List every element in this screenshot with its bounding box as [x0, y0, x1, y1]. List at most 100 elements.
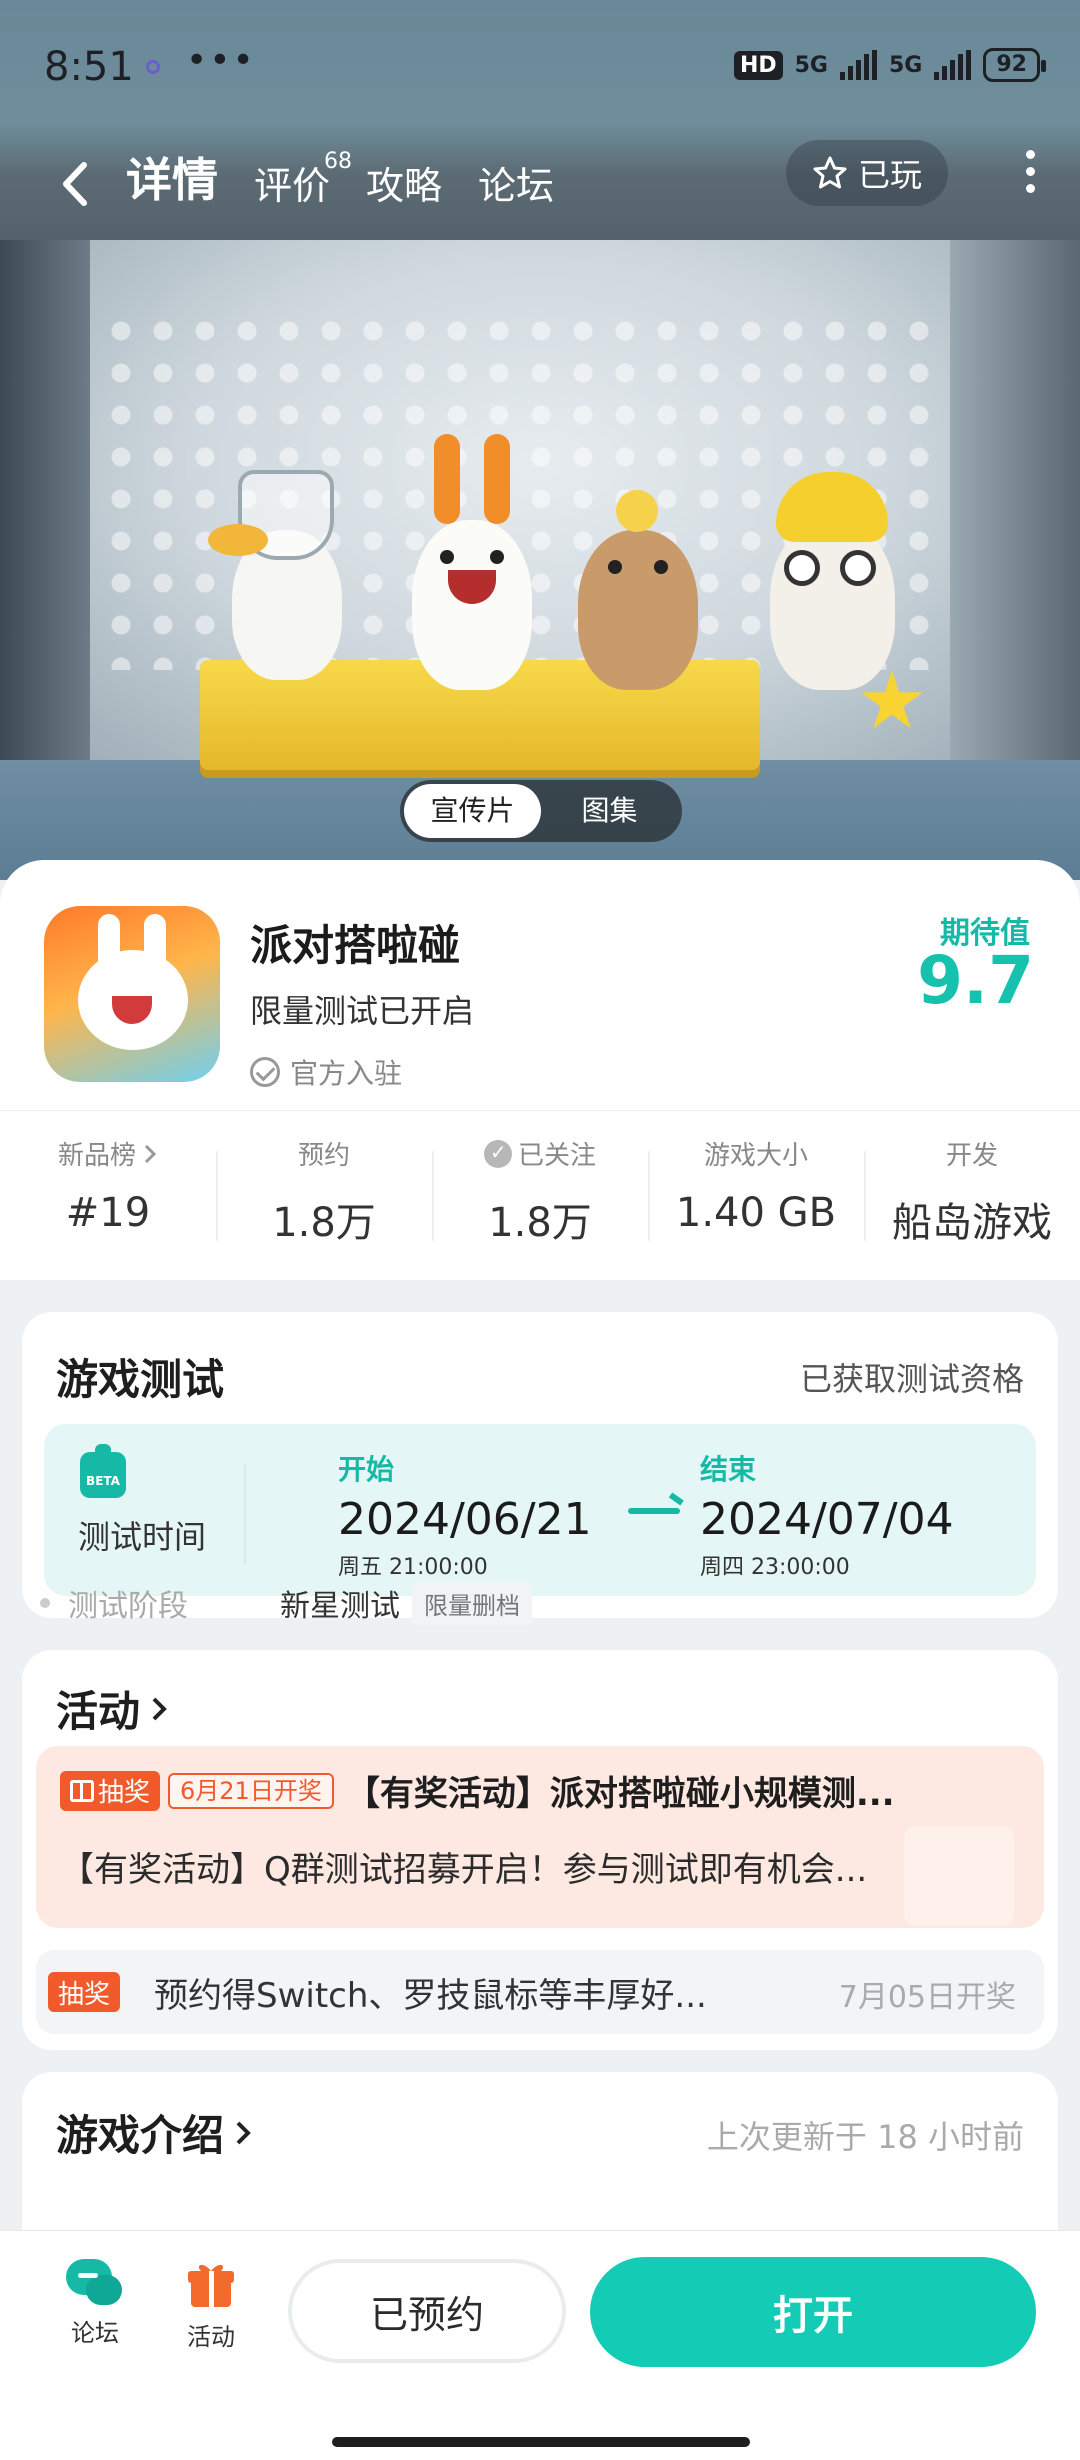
official-label: 官方入驻	[290, 1057, 403, 1090]
forum-label: 论坛	[71, 2319, 119, 2347]
start-label: 开始	[338, 1453, 395, 1486]
forum-shortcut[interactable]: 论坛	[40, 2259, 150, 2348]
activity-item-2[interactable]: 抽奖 预约得Switch、罗技鼠标等丰厚好... 7月05日开奖	[36, 1950, 1044, 2034]
stage-value: 新星测试	[280, 1589, 400, 1624]
activity-label: 活动	[187, 2323, 235, 2351]
expectation-score: 9.7	[917, 942, 1034, 1019]
chevron-right-icon	[236, 2121, 251, 2144]
stat-developer[interactable]: 开发 船岛游戏	[864, 1111, 1080, 1280]
stage-label: 测试阶段	[68, 1589, 188, 1624]
heart-check-icon	[483, 1139, 512, 1168]
stage-tag: 限量删档	[412, 1581, 532, 1625]
activity-title-label: 活动	[56, 1687, 141, 1736]
stat-value: 1.8万	[272, 1200, 376, 1246]
bottom-action-bar: 论坛 活动 已预约 打开	[0, 2230, 1080, 2460]
more-menu-icon[interactable]	[1024, 150, 1036, 193]
activity-2-text: 预约得Switch、罗技鼠标等丰厚好...	[154, 1976, 707, 2016]
intro-title-label: 游戏介绍	[56, 2111, 225, 2160]
star-outline-icon	[813, 156, 847, 189]
played-button[interactable]: 已玩	[785, 140, 948, 206]
end-time: 周四 23:00:00	[700, 1555, 850, 1580]
gift-icon	[70, 1779, 94, 1802]
game-test-card: 游戏测试 已获取测试资格 BETA 测试时间 开始 2024/06/21 周五 …	[22, 1312, 1058, 1618]
home-indicator[interactable]	[332, 2437, 750, 2447]
official-badge[interactable]: 官方入驻	[250, 1052, 402, 1092]
network-5g-label-1: 5G	[794, 52, 828, 78]
open-button[interactable]: 打开	[590, 2257, 1036, 2367]
stat-label: 游戏大小	[703, 1141, 808, 1171]
banner-shelf-right	[950, 240, 1080, 800]
toggle-video[interactable]: 宣传片	[404, 784, 541, 838]
activity-2-draw-date: 7月05日开奖	[838, 1980, 1016, 2015]
stat-label: 开发	[945, 1141, 998, 1171]
stat-reservations: 预约 1.8万	[216, 1111, 432, 1280]
test-card-title: 游戏测试	[56, 1355, 225, 1404]
bunny-figure	[412, 434, 532, 690]
game-app-icon	[44, 906, 220, 1082]
notification-dot-icon	[146, 60, 160, 74]
back-button[interactable]	[50, 154, 100, 214]
tab-reviews[interactable]: 评价 68	[254, 149, 352, 210]
end-label: 结束	[700, 1453, 757, 1486]
stat-size: 游戏大小 1.40 GB	[648, 1111, 864, 1280]
promo-banner[interactable]: 宣传片 图集	[0, 240, 1080, 880]
banner-shelf-left	[0, 240, 90, 800]
test-end: 结束 2024/07/04 周四 23:00:00	[700, 1448, 954, 1581]
duck-figure	[208, 470, 342, 680]
stat-label: 新品榜	[57, 1141, 136, 1171]
stats-row: 新品榜 #19 预约 1.8万 已关注 1.8万 游戏大小 1.40 GB 开发…	[0, 1110, 1080, 1280]
activity-shortcut[interactable]: 活动	[156, 2259, 266, 2352]
tab-forum[interactable]: 论坛	[478, 155, 554, 210]
hd-voice-icon: HD	[733, 50, 783, 80]
intro-updated: 上次更新于 18 小时前	[706, 2118, 1024, 2156]
status-bar: 8:51 ••• HD 5G 5G 92	[0, 0, 1080, 130]
gift-icon	[185, 2259, 237, 2311]
battery-icon: 92	[983, 48, 1046, 82]
draw-date-tag: 6月21日开奖	[168, 1772, 334, 1809]
chevron-left-icon	[63, 162, 87, 206]
capybara-figure	[578, 490, 698, 690]
activity-card: 活动 抽奖 6月21日开奖 【有奖活动】派对搭啦碰小规模测... 【有奖活动】Q…	[22, 1650, 1058, 2050]
stat-label: 已关注	[517, 1141, 596, 1171]
tab-guides[interactable]: 攻略	[366, 155, 442, 210]
network-5g-label-2: 5G	[889, 52, 923, 78]
test-stage-row: 测试阶段 新星测试 限量删档	[40, 1578, 1000, 1628]
lottery-tag-label: 抽奖	[98, 1778, 151, 1808]
stat-followed[interactable]: 已关注 1.8万	[432, 1111, 648, 1280]
stat-value: 1.40 GB	[675, 1190, 837, 1236]
game-header: 派对搭啦碰 限量测试已开启 官方入驻 期待值 9.7	[0, 860, 1080, 1110]
divider	[244, 1464, 246, 1564]
activity-1-title: 【有奖活动】派对搭啦碰小规模测...	[345, 1774, 895, 1814]
test-time-label: 测试时间	[78, 1518, 207, 1556]
activity-title[interactable]: 活动	[56, 1678, 168, 1739]
stat-label: 预约	[297, 1141, 350, 1171]
game-title: 派对搭啦碰	[250, 921, 461, 970]
stat-new-rank[interactable]: 新品榜 #19	[0, 1111, 216, 1280]
signal-icon-2	[934, 50, 972, 80]
game-subtitle: 限量测试已开启	[250, 992, 475, 1030]
status-indicators: HD 5G 5G 92	[733, 48, 1046, 82]
intro-card: 游戏介绍 上次更新于 18 小时前	[22, 2072, 1058, 2240]
verified-check-icon	[250, 1057, 280, 1087]
nav-tabs: 详情 评价 68 攻略 论坛	[126, 144, 554, 210]
chick-figure	[770, 472, 895, 690]
activity-item-1[interactable]: 抽奖 6月21日开奖 【有奖活动】派对搭啦碰小规模测... 【有奖活动】Q群测试…	[36, 1746, 1044, 1928]
lottery-tag: 抽奖	[60, 1770, 161, 1811]
tab-details[interactable]: 详情	[126, 144, 218, 210]
tab-reviews-label: 评价	[254, 164, 331, 208]
lottery-tag: 抽奖	[48, 1972, 121, 2012]
chevron-right-icon	[144, 1144, 157, 1163]
stat-value: 船岛游戏	[892, 1200, 1052, 1246]
end-date: 2024/07/04	[700, 1494, 954, 1545]
start-date: 2024/06/21	[338, 1494, 592, 1545]
toggle-gallery[interactable]: 图集	[541, 784, 678, 838]
hero-header: 8:51 ••• HD 5G 5G 92 详情 评价 68 攻略 论坛 已玩 宣…	[0, 0, 1080, 880]
stat-value: 1.8万	[488, 1200, 592, 1246]
reserved-button[interactable]: 已预约	[288, 2259, 566, 2363]
test-time-box: BETA 测试时间 开始 2024/06/21 周五 21:00:00 结束 2…	[44, 1424, 1036, 1596]
arrow-right-icon	[628, 1508, 680, 1514]
test-start: 开始 2024/06/21 周五 21:00:00	[338, 1448, 592, 1581]
intro-title[interactable]: 游戏介绍	[56, 2102, 252, 2163]
activity-1-desc: 【有奖活动】Q群测试招募开启！参与测试即有机会...	[60, 1850, 868, 1890]
signal-icon-1	[840, 50, 877, 80]
